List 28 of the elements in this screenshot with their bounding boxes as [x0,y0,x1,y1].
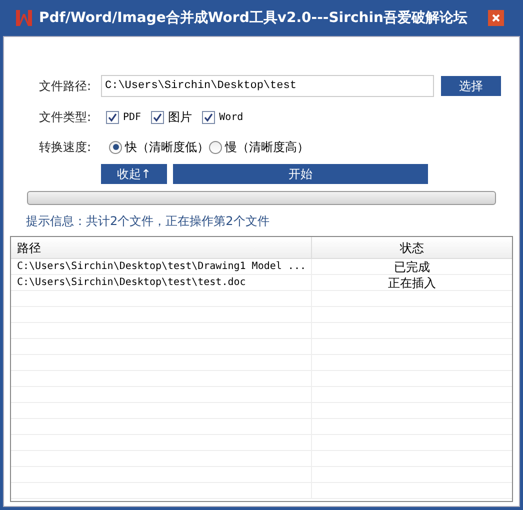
speed-label: 转换速度: [39,139,92,156]
path-label: 文件路径: [39,78,92,95]
info-message: 提示信息：共计2个文件，正在操作第2个文件 [26,213,270,230]
close-icon [492,14,500,22]
start-button[interactable]: 开始 [173,164,428,184]
column-header[interactable]: 状态 [312,237,512,258]
path-field[interactable]: C:\Users\Sirchin\Desktop\test [101,75,434,97]
choose-button[interactable]: 选择 [441,76,501,96]
app-logo-icon [15,9,33,27]
checkbox[interactable] [106,110,119,124]
collapse-button[interactable]: 收起↑ [101,164,167,184]
file-type-option[interactable]: Word [219,110,244,124]
speed-option[interactable]: 快（清晰度低） [125,138,209,156]
column-header[interactable]: 路径 [11,237,312,258]
path-cell: C:\Users\Sirchin\Desktop\test\test.doc [11,275,312,290]
radio-button[interactable] [109,140,122,154]
radio-button[interactable] [209,140,222,154]
close-button[interactable] [488,10,504,26]
file-type-option[interactable]: 图片 [168,108,192,126]
file-type-label: 文件类型: [39,109,92,126]
checkbox[interactable] [202,110,216,124]
file-type-option[interactable]: PDF [123,110,142,124]
window-title: Pdf/Word/Image合并成Word工具v2.0---Sirchin吾爱破解论坛 [39,8,468,28]
status-cell-text: 正在插入 [387,275,437,290]
checkbox[interactable] [151,110,164,124]
speed-option[interactable]: 慢（清晰度高） [225,138,309,156]
path-cell: C:\Users\Sirchin\Desktop\test\Drawing1 Model ... [11,259,312,274]
status-cell-text: 已完成 [393,259,431,274]
